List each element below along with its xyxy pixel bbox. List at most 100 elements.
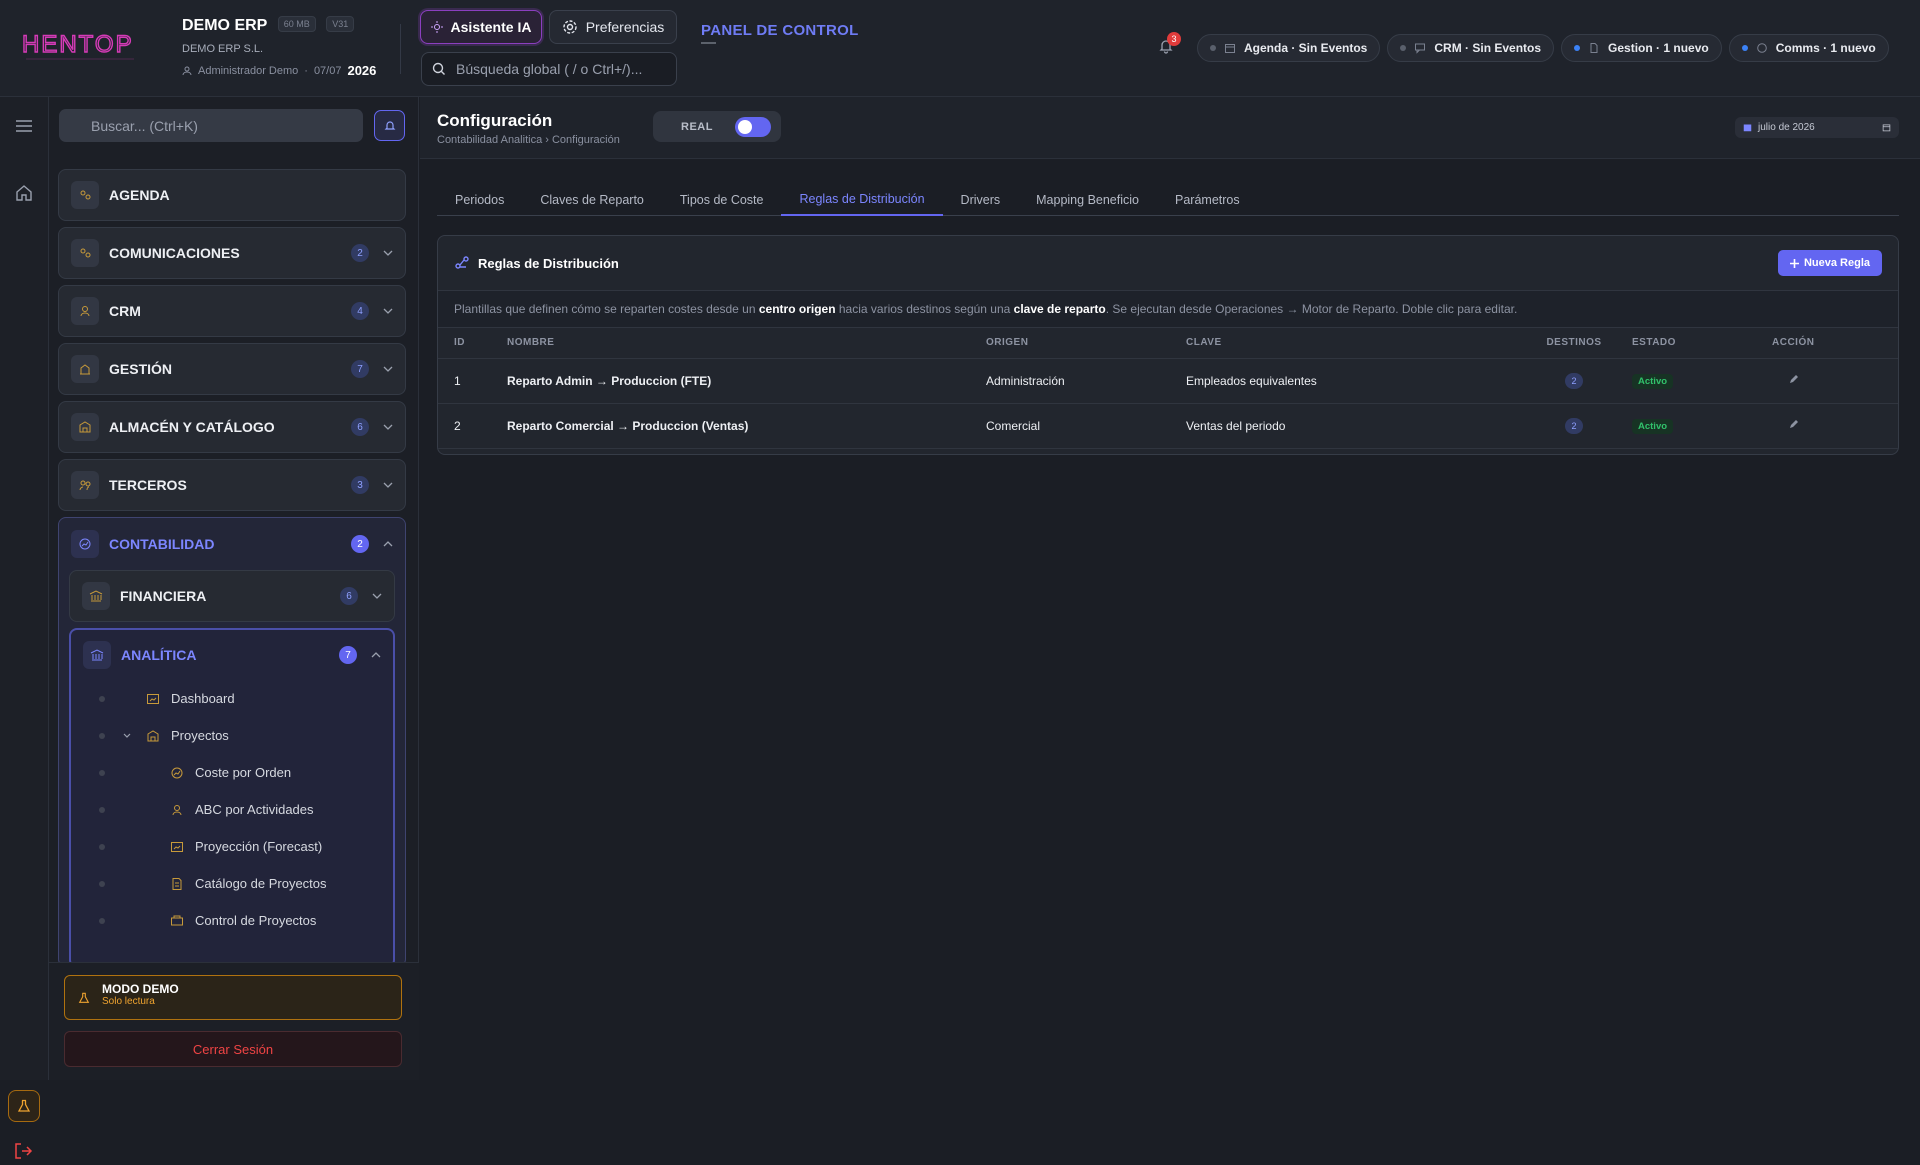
- plus-icon: [1789, 258, 1799, 268]
- hamburger-icon[interactable]: [13, 115, 35, 137]
- brand-info: DEMO ERP 60 MB V31 DEMO ERP S.L. Adminis…: [182, 16, 377, 78]
- logout-icon[interactable]: [13, 1142, 33, 1165]
- cell-origen: Administración: [986, 358, 1186, 404]
- terceros-icon: [71, 471, 99, 499]
- ai-assistant-button[interactable]: Asistente IA: [420, 10, 542, 44]
- crm-icon: [71, 297, 99, 325]
- count-badge: 7: [351, 360, 369, 378]
- abc-icon: [169, 802, 185, 818]
- control-icon: [169, 913, 185, 929]
- nav-leaf-forecast[interactable]: Proyección (Forecast): [71, 828, 393, 865]
- panel-title[interactable]: PANEL DE CONTROL —: [701, 22, 859, 51]
- size-badge: 60 MB: [277, 16, 316, 32]
- new-rule-button[interactable]: Nueva Regla: [1778, 250, 1882, 276]
- date-picker[interactable]: julio de 2026: [1735, 117, 1899, 138]
- sidebar-group-analitica: ANALÍTICA 7 Dashboard Proyectos Coste po…: [69, 628, 395, 966]
- tab-claves-reparto[interactable]: Claves de Reparto: [522, 184, 662, 216]
- sidebar-item-contabilidad[interactable]: CONTABILIDAD 2: [59, 518, 405, 570]
- preferences-button[interactable]: Preferencias: [549, 10, 677, 44]
- panel-subtitle: —: [701, 34, 717, 51]
- col-header: DESTINOS: [1516, 328, 1632, 359]
- calendar-icon: [1743, 124, 1752, 132]
- nav-leaf-catalogo-proyectos[interactable]: Catálogo de Proyectos: [71, 865, 393, 902]
- sidebar-item-gestion[interactable]: GESTIÓN 7: [58, 343, 406, 395]
- sidebar-item-analitica[interactable]: ANALÍTICA 7: [71, 630, 393, 680]
- destinos-badge: 2: [1565, 417, 1583, 434]
- tab-periodos[interactable]: Periodos: [437, 184, 522, 216]
- home-icon[interactable]: [13, 182, 35, 204]
- edit-icon[interactable]: [1788, 418, 1800, 430]
- destinos-badge: 2: [1565, 372, 1583, 389]
- tab-parametros[interactable]: Parámetros: [1157, 184, 1258, 216]
- rules-table: ID NOMBRE ORIGEN CLAVE DESTINOS ESTADO A…: [438, 328, 1898, 449]
- sidebar-item-terceros[interactable]: TERCEROS 3: [58, 459, 406, 511]
- cell-clave: Ventas del periodo: [1186, 403, 1516, 449]
- col-header: ACCIÓN: [1772, 328, 1898, 359]
- coste-icon: [169, 765, 185, 781]
- sidebar-item-almacen[interactable]: ALMACÉN Y CATÁLOGO 6: [58, 401, 406, 453]
- sidebar-bell-button[interactable]: [374, 110, 405, 141]
- count-badge: 2: [351, 535, 369, 553]
- app-logo: HENTOP: [22, 30, 134, 60]
- tab-reglas-distribucion[interactable]: Reglas de Distribución: [781, 184, 943, 216]
- chevron-down-icon[interactable]: [119, 728, 135, 744]
- chevron-up-icon: [371, 650, 381, 660]
- chip-gestion[interactable]: Gestion · 1 nuevo: [1561, 34, 1722, 62]
- user-name: Administrador Demo: [198, 64, 299, 77]
- edit-icon[interactable]: [1788, 373, 1800, 385]
- chat-icon: [1415, 43, 1426, 54]
- calendar-picker-icon[interactable]: [1882, 123, 1891, 132]
- count-badge: 6: [340, 587, 358, 605]
- nav-leaf-proyectos[interactable]: Proyectos: [71, 717, 393, 754]
- document-icon: [1590, 43, 1598, 53]
- col-header: CLAVE: [1186, 328, 1516, 359]
- cell-origen: Comercial: [986, 403, 1186, 449]
- logout-button[interactable]: Cerrar Sesión: [64, 1031, 402, 1067]
- sidebar: AGENDA COMUNICACIONES 2 CRM 4 GESTIÓN 7 …: [49, 97, 419, 1080]
- global-search-input[interactable]: [456, 61, 656, 77]
- flask-icon: [78, 991, 90, 1009]
- icon-rail: [0, 97, 49, 1159]
- nav-leaf-abc[interactable]: ABC por Actividades: [71, 791, 393, 828]
- breadcrumb: Contabilidad Analitica › Configuración: [437, 134, 620, 146]
- chip-agenda[interactable]: Agenda · Sin Eventos: [1197, 34, 1381, 62]
- chip-crm[interactable]: CRM · Sin Eventos: [1387, 34, 1555, 62]
- cell-id: 2: [438, 403, 507, 449]
- sidebar-search[interactable]: [59, 109, 363, 142]
- dashboard-icon: [145, 691, 161, 707]
- calendar-icon: [1225, 44, 1235, 53]
- proyectos-icon: [145, 728, 161, 744]
- page-header: Configuración Contabilidad Analitica › C…: [420, 97, 1920, 159]
- demo-flask-icon[interactable]: [8, 1090, 40, 1122]
- sidebar-item-financiera[interactable]: FINANCIERA 6: [69, 570, 395, 622]
- tab-drivers[interactable]: Drivers: [943, 184, 1019, 216]
- count-badge: 4: [351, 302, 369, 320]
- card-title: Reglas de Distribución: [478, 255, 619, 271]
- sidebar-item-crm[interactable]: CRM 4: [58, 285, 406, 337]
- nav-leaf-control-proyectos[interactable]: Control de Proyectos: [71, 902, 393, 939]
- count-badge: 6: [351, 418, 369, 436]
- distribution-icon: [455, 256, 469, 269]
- table-row[interactable]: 2 Reparto Comercial → Produccion (Ventas…: [438, 403, 1898, 449]
- notifications-button[interactable]: 3: [1158, 32, 1181, 59]
- global-search[interactable]: [421, 52, 677, 86]
- sidebar-item-comunicaciones[interactable]: COMUNICACIONES 2: [58, 227, 406, 279]
- chip-comms[interactable]: Comms · 1 nuevo: [1728, 34, 1889, 62]
- sidebar-item-agenda[interactable]: AGENDA: [58, 169, 406, 221]
- comunicaciones-icon: [71, 239, 99, 267]
- nav-leaf-coste-por-orden[interactable]: Coste por Orden: [71, 754, 393, 791]
- header-date: 07/07: [313, 64, 342, 77]
- table-row[interactable]: 1 Reparto Admin → Produccion (FTE) Admin…: [438, 358, 1898, 404]
- tab-mapping-beneficio[interactable]: Mapping Beneficio: [1018, 184, 1157, 216]
- status-badge: Activo: [1632, 418, 1674, 434]
- breadcrumb-item[interactable]: Contabilidad Analitica: [437, 134, 542, 146]
- toggle-switch[interactable]: [734, 116, 771, 137]
- chevron-up-icon: [383, 539, 393, 549]
- header-year: 2026: [347, 63, 377, 78]
- tab-tipos-coste[interactable]: Tipos de Coste: [662, 184, 782, 216]
- count-badge: 2: [351, 244, 369, 262]
- real-toggle[interactable]: REAL: [653, 111, 781, 142]
- nav-leaf-dashboard[interactable]: Dashboard: [71, 680, 393, 717]
- config-tabs: Periodos Claves de Reparto Tipos de Cost…: [437, 184, 1899, 216]
- sidebar-search-input[interactable]: [91, 117, 341, 134]
